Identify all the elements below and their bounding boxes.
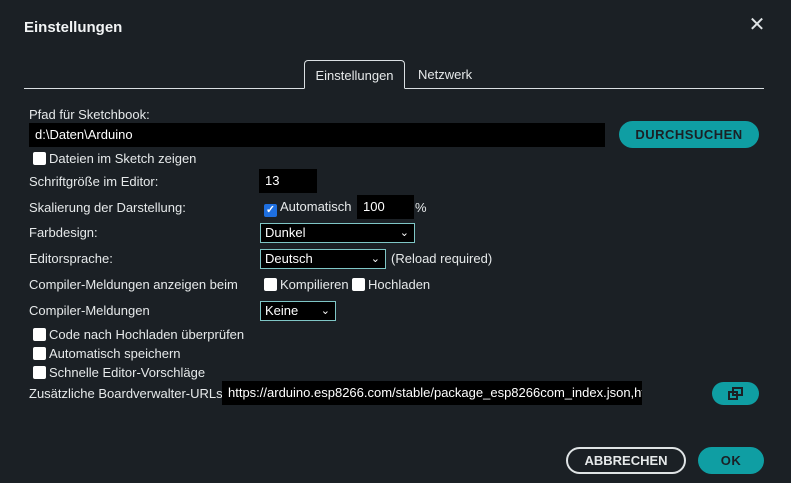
ok-button[interactable]: OK — [698, 447, 764, 474]
cancel-button[interactable]: ABBRECHEN — [566, 447, 686, 474]
verbose-compile-checkbox[interactable] — [264, 278, 277, 291]
show-files-option[interactable]: Dateien im Sketch zeigen — [33, 151, 196, 167]
scaling-label: Skalierung der Darstellung: — [29, 200, 186, 215]
verbose-upload-checkbox[interactable] — [352, 278, 365, 291]
font-size-input[interactable]: 13 — [259, 169, 317, 193]
verbose-compile-label: Kompilieren — [280, 277, 349, 292]
tab-einstellungen[interactable]: Einstellungen — [304, 60, 405, 89]
quick-suggestions-label: Schnelle Editor-Vorschläge — [49, 365, 206, 380]
verify-upload-option[interactable]: Code nach Hochladen überprüfen — [33, 327, 244, 343]
verbose-upload-option[interactable]: Hochladen — [352, 277, 430, 293]
scaling-auto-checkbox[interactable]: ✓ — [264, 204, 277, 217]
language-value: Deutsch — [265, 251, 313, 266]
warnings-value: Keine — [265, 303, 299, 318]
scaling-auto-option[interactable]: ✓ Automatisch — [264, 199, 352, 217]
verify-upload-checkbox[interactable] — [33, 328, 46, 341]
chevron-down-icon: ⌄ — [370, 253, 380, 265]
scaling-input[interactable]: 100 — [357, 195, 414, 219]
scaling-unit: % — [415, 200, 427, 215]
quick-suggestions-checkbox[interactable] — [33, 366, 46, 379]
autosave-checkbox[interactable] — [33, 347, 46, 360]
board-urls-edit-button[interactable] — [712, 382, 759, 405]
show-files-checkbox[interactable] — [33, 152, 46, 165]
language-label: Editorsprache: — [29, 251, 113, 266]
chevron-down-icon: ⌄ — [320, 305, 330, 317]
browse-button[interactable]: DURCHSUCHEN — [619, 121, 759, 148]
sketchbook-path-input[interactable]: d:\Daten\Arduino — [29, 123, 605, 147]
warnings-select[interactable]: Keine ⌄ — [260, 301, 336, 321]
chevron-down-icon: ⌄ — [399, 227, 409, 239]
verbose-label: Compiler-Meldungen anzeigen beim — [29, 277, 238, 292]
theme-label: Farbdesign: — [29, 225, 98, 240]
sketchbook-label: Pfad für Sketchbook: — [29, 107, 150, 122]
board-urls-input[interactable]: https://arduino.esp8266.com/stable/packa… — [222, 381, 642, 405]
warnings-label: Compiler-Meldungen — [29, 303, 150, 318]
dialog-title: Einstellungen — [24, 19, 123, 36]
language-note: (Reload required) — [391, 251, 493, 266]
tab-netzwerk[interactable]: Netzwerk — [406, 60, 484, 89]
verify-upload-label: Code nach Hochladen überprüfen — [49, 327, 245, 342]
verbose-compile-option[interactable]: Kompilieren — [264, 277, 349, 293]
autosave-label: Automatisch speichern — [49, 346, 181, 361]
font-size-label: Schriftgröße im Editor: — [29, 174, 159, 189]
show-files-label: Dateien im Sketch zeigen — [49, 151, 197, 166]
theme-select[interactable]: Dunkel ⌄ — [260, 223, 415, 243]
verbose-upload-label: Hochladen — [368, 277, 431, 292]
scaling-auto-label: Automatisch — [280, 199, 352, 214]
close-icon[interactable]: ✕ — [748, 15, 766, 35]
theme-value: Dunkel — [265, 225, 306, 240]
quick-suggestions-option[interactable]: Schnelle Editor-Vorschläge — [33, 365, 205, 381]
autosave-option[interactable]: Automatisch speichern — [33, 346, 181, 362]
language-select[interactable]: Deutsch ⌄ — [260, 249, 386, 269]
open-window-icon — [727, 387, 743, 400]
board-urls-label: Zusätzliche Boardverwalter-URLs: — [29, 386, 227, 401]
